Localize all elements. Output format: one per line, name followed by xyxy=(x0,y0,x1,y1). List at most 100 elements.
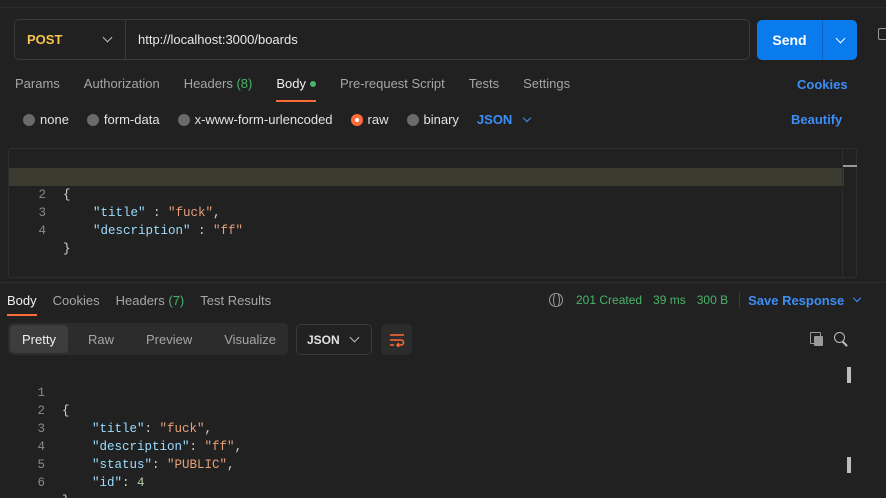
body-type-urlencoded[interactable]: x-www-form-urlencoded xyxy=(177,112,333,127)
headers-count: (7) xyxy=(168,293,185,308)
response-format-label: JSON xyxy=(307,332,340,347)
globe-icon[interactable] xyxy=(549,293,563,307)
view-raw[interactable]: Raw xyxy=(76,325,126,353)
editor-scrollbar[interactable] xyxy=(842,149,857,277)
line-number: 6 xyxy=(37,476,45,490)
tab-response-body[interactable]: Body xyxy=(7,293,37,316)
radio-button[interactable] xyxy=(177,113,190,126)
body-format-dropdown[interactable]: JSON xyxy=(477,112,532,127)
send-button-group: Send xyxy=(757,20,857,60)
radio-button[interactable] xyxy=(23,113,35,126)
radio-label: form-data xyxy=(103,112,160,127)
cookies-link[interactable]: Cookies xyxy=(797,77,848,92)
tab-pre-request-script[interactable]: Pre-request Script xyxy=(340,76,445,94)
chevron-down-icon xyxy=(852,293,862,303)
radio-label: none xyxy=(40,112,69,127)
tab-label: Headers xyxy=(183,76,233,91)
json-separator: : xyxy=(190,224,214,238)
scrollbar-marker[interactable] xyxy=(847,457,851,473)
request-tabs: Params Authorization Headers (8) Body Pr… xyxy=(15,76,594,102)
brace: } xyxy=(62,492,70,498)
method-selector[interactable]: POST xyxy=(15,20,126,59)
response-size[interactable]: 300 B xyxy=(697,293,728,307)
code-line: 6 } xyxy=(8,456,843,498)
radio-button[interactable] xyxy=(406,113,419,126)
code-line: 3 "description": "ff", xyxy=(8,402,843,454)
request-bar: POST http://localhost:3000/boards xyxy=(14,19,750,60)
response-view-tabs: Pretty Raw Preview Visualize xyxy=(8,323,288,355)
response-format-dropdown[interactable]: JSON xyxy=(296,324,372,355)
scrollbar-marker[interactable] xyxy=(847,367,851,383)
radio-button-selected[interactable] xyxy=(350,113,363,126)
send-button[interactable]: Send xyxy=(757,20,823,60)
body-type-none[interactable]: none xyxy=(23,112,69,127)
code-line: 2 "title": "fuck", xyxy=(8,384,843,436)
request-body-editor[interactable]: 1 { 2 "title" : "fuck", 3 "description" … xyxy=(8,148,857,278)
brace: } xyxy=(63,242,71,256)
url-input[interactable]: http://localhost:3000/boards xyxy=(126,32,298,47)
save-response-label: Save Response xyxy=(748,292,845,308)
response-tabs: Body Cookies Headers (7) Test Results xyxy=(7,293,287,316)
chevron-down-icon xyxy=(835,33,845,43)
code-line-highlighted: 2 "title" : "fuck", xyxy=(9,168,844,220)
radio-label: binary xyxy=(423,112,459,127)
tab-label: Pre-request Script xyxy=(339,76,445,91)
body-type-form-data[interactable]: form-data xyxy=(86,112,160,127)
tab-body[interactable]: Body xyxy=(276,76,316,102)
response-body-viewer: 1 { 2 "title": "fuck", 3 "description": … xyxy=(8,365,857,498)
json-value: 4 xyxy=(137,476,145,490)
code-line: 5 "id": 4 xyxy=(8,438,843,490)
tab-label: Authorization xyxy=(83,76,160,91)
tab-settings[interactable]: Settings xyxy=(523,76,570,94)
body-indicator-dot xyxy=(309,80,316,87)
line-number: 4 xyxy=(38,224,46,238)
code-line: 1 { xyxy=(8,366,843,418)
status-code[interactable]: 201 Created xyxy=(576,293,642,307)
tab-label: Body xyxy=(276,76,306,91)
response-time[interactable]: 39 ms xyxy=(653,293,686,307)
wrap-icon xyxy=(389,333,404,347)
code-line: 4 } xyxy=(9,204,844,256)
view-visualize[interactable]: Visualize xyxy=(212,325,288,353)
tab-response-cookies[interactable]: Cookies xyxy=(53,293,100,308)
tab-label: Body xyxy=(7,293,37,308)
radio-label: x-www-form-urlencoded xyxy=(194,112,333,127)
side-panel-icon[interactable] xyxy=(878,28,886,40)
window-top-strip xyxy=(0,0,886,8)
radio-button[interactable] xyxy=(86,113,99,126)
code-line: 1 { xyxy=(9,150,844,202)
radio-label: raw xyxy=(367,112,389,127)
wrap-lines-button[interactable] xyxy=(381,324,412,355)
scrollbar-thumb[interactable] xyxy=(843,165,857,167)
body-type-binary[interactable]: binary xyxy=(406,112,459,127)
body-type-raw[interactable]: raw xyxy=(350,112,389,127)
response-meta: 201 Created 39 ms 300 B Save Response xyxy=(549,292,862,308)
chevron-down-icon xyxy=(523,113,532,122)
search-icon[interactable] xyxy=(834,332,848,346)
tab-label: Cookies xyxy=(52,293,100,308)
tab-label: Settings xyxy=(523,76,571,91)
view-preview[interactable]: Preview xyxy=(134,325,204,353)
code-line: 4 "status": "PUBLIC", xyxy=(8,420,843,472)
view-pretty[interactable]: Pretty xyxy=(10,325,68,353)
body-type-options: none form-data x-www-form-urlencoded raw… xyxy=(23,112,532,127)
beautify-button[interactable]: Beautify xyxy=(791,112,842,127)
tab-authorization[interactable]: Authorization xyxy=(84,76,160,94)
chevron-down-icon xyxy=(349,332,360,343)
json-key: "description" xyxy=(93,224,191,238)
pane-divider[interactable] xyxy=(0,282,886,283)
tab-headers[interactable]: Headers (8) xyxy=(184,76,253,94)
tab-label: Headers xyxy=(115,293,165,308)
tab-label: Test Results xyxy=(200,293,272,308)
tab-response-headers[interactable]: Headers (7) xyxy=(116,293,185,308)
json-value: "ff" xyxy=(213,224,244,238)
copy-icon[interactable] xyxy=(810,332,824,346)
chevron-down-icon xyxy=(102,32,113,43)
save-response-button[interactable]: Save Response xyxy=(748,292,862,308)
tab-label: Tests xyxy=(468,76,500,91)
tab-params[interactable]: Params xyxy=(15,76,60,94)
tab-tests[interactable]: Tests xyxy=(469,76,499,94)
tab-test-results[interactable]: Test Results xyxy=(200,293,271,308)
send-options-button[interactable] xyxy=(823,20,857,60)
code-line: 3 "description" : "ff" xyxy=(9,186,844,238)
